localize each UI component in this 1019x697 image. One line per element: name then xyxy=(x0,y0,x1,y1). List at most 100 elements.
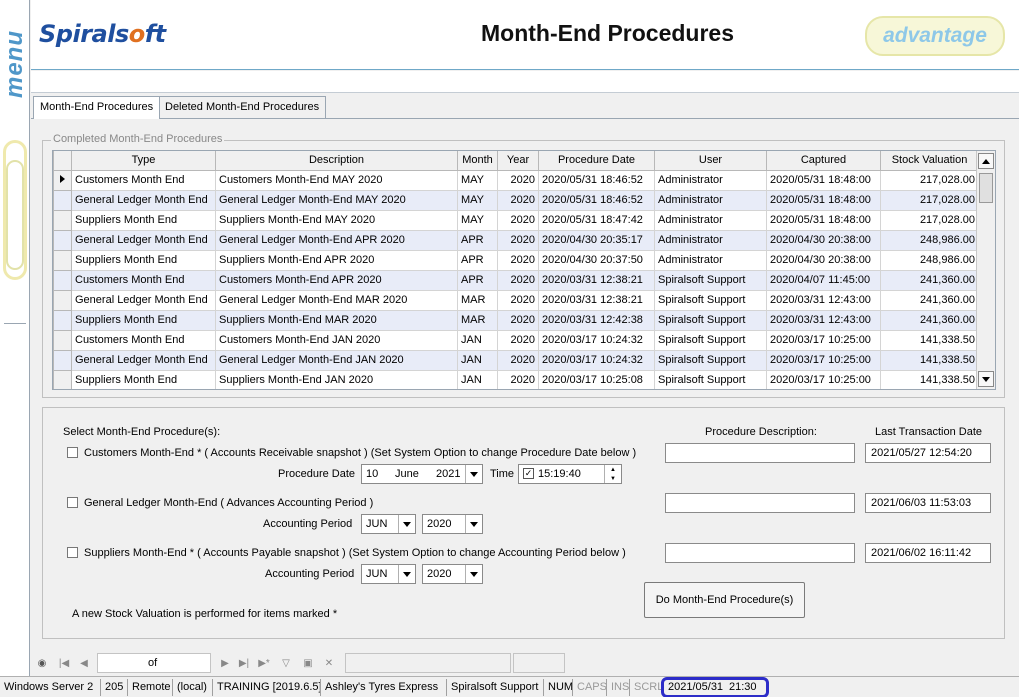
cell-description[interactable]: General Ledger Month-End MAR 2020 xyxy=(215,289,458,311)
cell-user[interactable]: Administrator xyxy=(654,229,767,251)
next-record-icon[interactable]: ▶ xyxy=(217,655,233,671)
gl-year-dropdown-button[interactable] xyxy=(465,515,482,533)
table-row[interactable]: Suppliers Month End Suppliers Month-End J… xyxy=(53,369,979,389)
filter-icon[interactable]: ▽ xyxy=(278,655,294,671)
cell-description[interactable]: General Ledger Month-End JAN 2020 xyxy=(215,349,458,371)
cell-procedure-date[interactable]: 2020/05/31 18:46:52 xyxy=(538,169,655,191)
delete-icon[interactable]: ✕ xyxy=(321,655,337,671)
row-indicator[interactable] xyxy=(53,209,72,231)
side-menu-strip[interactable]: menu xyxy=(0,0,30,676)
suppliers-description-input[interactable] xyxy=(665,543,855,563)
cell-month[interactable]: APR xyxy=(457,249,498,271)
cell-month[interactable]: MAR xyxy=(457,309,498,331)
completed-procedures-grid[interactable]: Type Description Month Year Procedure Da… xyxy=(52,150,996,390)
scroll-down-button[interactable] xyxy=(978,371,994,387)
cell-user[interactable]: Administrator xyxy=(654,169,767,191)
cell-description[interactable]: Customers Month-End APR 2020 xyxy=(215,269,458,291)
table-row[interactable]: General Ledger Month End General Ledger M… xyxy=(53,189,979,211)
cell-type[interactable]: Customers Month End xyxy=(71,269,216,291)
gl-description-input[interactable] xyxy=(665,493,855,513)
cell-description[interactable]: Suppliers Month-End APR 2020 xyxy=(215,249,458,271)
row-indicator[interactable] xyxy=(53,169,72,191)
cell-description[interactable]: Suppliers Month-End MAR 2020 xyxy=(215,309,458,331)
cell-description[interactable]: Suppliers Month-End MAY 2020 xyxy=(215,209,458,231)
tab-deleted-month-end-procedures[interactable]: Deleted Month-End Procedures xyxy=(158,96,327,118)
time-spinner-up[interactable]: ▲ xyxy=(605,465,621,474)
cell-procedure-date[interactable]: 2020/03/31 12:42:38 xyxy=(538,309,655,331)
cell-year[interactable]: 2020 xyxy=(497,329,539,351)
cell-type[interactable]: Suppliers Month End xyxy=(71,309,216,331)
customers-description-input[interactable] xyxy=(665,443,855,463)
previous-record-icon[interactable]: ◀ xyxy=(76,655,92,671)
column-header-procedure-date[interactable]: Procedure Date xyxy=(538,151,655,171)
customers-month-end-checkbox[interactable] xyxy=(67,447,78,458)
cell-procedure-date[interactable]: 2020/05/31 18:47:42 xyxy=(538,209,655,231)
cell-description[interactable]: Customers Month-End MAY 2020 xyxy=(215,169,458,191)
cell-procedure-date[interactable]: 2020/03/17 10:24:32 xyxy=(538,329,655,351)
row-indicator[interactable] xyxy=(53,329,72,351)
row-indicator[interactable] xyxy=(53,269,72,291)
cell-procedure-date[interactable]: 2020/04/30 20:35:17 xyxy=(538,229,655,251)
cell-user[interactable]: Spiralsoft Support xyxy=(654,289,767,311)
cell-stock-valuation[interactable]: 241,360.00 xyxy=(880,269,979,291)
binoculars-icon[interactable]: ◉ xyxy=(34,655,50,671)
cell-procedure-date[interactable]: 2020/03/31 12:38:21 xyxy=(538,269,655,291)
cell-month[interactable]: MAY xyxy=(457,169,498,191)
table-row[interactable]: General Ledger Month End General Ledger M… xyxy=(53,289,979,311)
cell-stock-valuation[interactable]: 141,338.50 xyxy=(880,349,979,371)
cell-year[interactable]: 2020 xyxy=(497,249,539,271)
cell-year[interactable]: 2020 xyxy=(497,229,539,251)
cell-month[interactable]: JAN xyxy=(457,369,498,389)
table-row[interactable]: Customers Month End Customers Month-End M… xyxy=(53,169,979,191)
table-row[interactable]: General Ledger Month End General Ledger M… xyxy=(53,349,979,371)
cell-type[interactable]: General Ledger Month End xyxy=(71,289,216,311)
cell-description[interactable]: General Ledger Month-End MAY 2020 xyxy=(215,189,458,211)
cell-year[interactable]: 2020 xyxy=(497,169,539,191)
new-record-icon[interactable]: ▶* xyxy=(256,655,272,671)
cell-year[interactable]: 2020 xyxy=(497,289,539,311)
row-indicator[interactable] xyxy=(53,309,72,331)
cell-type[interactable]: General Ledger Month End xyxy=(71,229,216,251)
column-header-user[interactable]: User xyxy=(654,151,767,171)
cell-user[interactable]: Spiralsoft Support xyxy=(654,309,767,331)
column-header-description[interactable]: Description xyxy=(215,151,458,171)
time-spinner-down[interactable]: ▼ xyxy=(605,474,621,483)
cell-description[interactable]: Customers Month-End JAN 2020 xyxy=(215,329,458,351)
procedure-date-picker[interactable]: 10 June 2021 xyxy=(361,464,483,484)
cell-month[interactable]: APR xyxy=(457,269,498,291)
time-enable-checkbox[interactable]: ✓ xyxy=(523,468,534,479)
cell-type[interactable]: Customers Month End xyxy=(71,329,216,351)
table-row[interactable]: Customers Month End Customers Month-End J… xyxy=(53,329,979,351)
row-indicator[interactable] xyxy=(53,189,72,211)
cell-user[interactable]: Administrator xyxy=(654,249,767,271)
record-position-input[interactable]: of xyxy=(97,653,211,673)
cell-month[interactable]: JAN xyxy=(457,329,498,351)
cell-captured[interactable]: 2020/03/17 10:25:00 xyxy=(766,329,881,351)
cell-stock-valuation[interactable]: 248,986.00 xyxy=(880,229,979,251)
gl-period-year-select[interactable]: 2020 xyxy=(422,514,483,534)
row-indicator[interactable] xyxy=(53,369,72,389)
cell-type[interactable]: Suppliers Month End xyxy=(71,369,216,389)
scroll-thumb[interactable] xyxy=(979,173,993,203)
date-dropdown-button[interactable] xyxy=(465,465,482,483)
time-spinner[interactable]: ▲ ▼ xyxy=(604,465,621,483)
cell-month[interactable]: MAY xyxy=(457,189,498,211)
cell-captured[interactable]: 2020/05/31 18:48:00 xyxy=(766,209,881,231)
row-indicator[interactable] xyxy=(53,249,72,271)
cell-stock-valuation[interactable]: 217,028.00 xyxy=(880,169,979,191)
cell-user[interactable]: Spiralsoft Support xyxy=(654,349,767,371)
suppliers-month-dropdown-button[interactable] xyxy=(398,565,415,583)
cell-stock-valuation[interactable]: 248,986.00 xyxy=(880,249,979,271)
cell-captured[interactable]: 2020/04/30 20:38:00 xyxy=(766,229,881,251)
do-month-end-procedures-button[interactable]: Do Month-End Procedure(s) xyxy=(644,582,805,618)
cell-user[interactable]: Spiralsoft Support xyxy=(654,269,767,291)
cell-type[interactable]: General Ledger Month End xyxy=(71,349,216,371)
cell-year[interactable]: 2020 xyxy=(497,369,539,389)
cell-captured[interactable]: 2020/03/31 12:43:00 xyxy=(766,309,881,331)
grid-vertical-scrollbar[interactable] xyxy=(976,151,995,389)
cell-month[interactable]: APR xyxy=(457,229,498,251)
cell-user[interactable]: Administrator xyxy=(654,189,767,211)
cell-user[interactable]: Spiralsoft Support xyxy=(654,329,767,351)
cell-month[interactable]: MAR xyxy=(457,289,498,311)
cell-year[interactable]: 2020 xyxy=(497,309,539,331)
